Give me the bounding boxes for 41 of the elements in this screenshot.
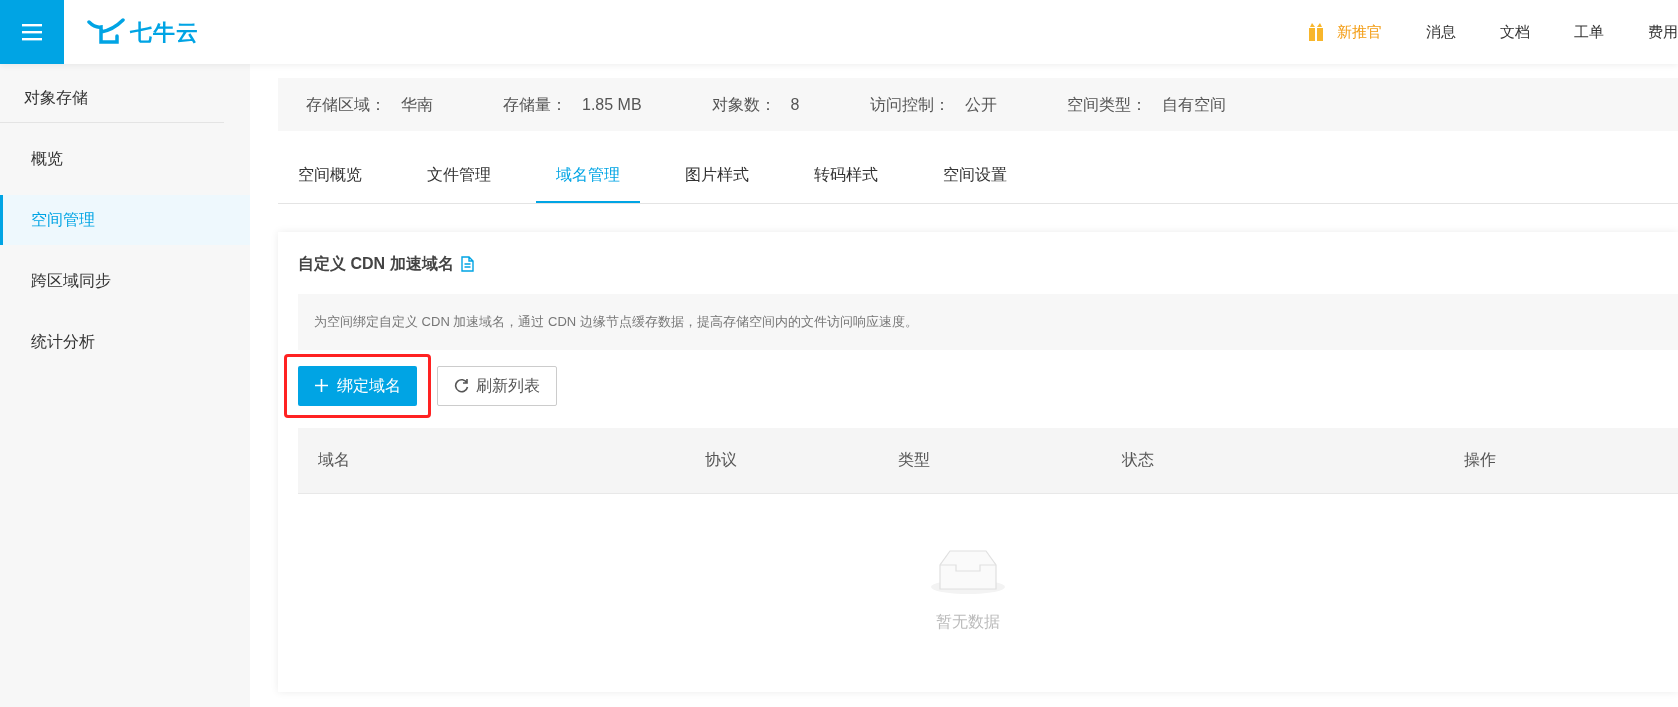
info-label: 对象数： bbox=[711, 94, 776, 115]
sidebar-title: 对象存储 bbox=[0, 64, 224, 123]
tab[interactable]: 文件管理 bbox=[407, 153, 511, 203]
logo-icon bbox=[86, 18, 127, 46]
nav-link[interactable]: 工单 bbox=[1574, 20, 1604, 44]
info-label: 存储量： bbox=[503, 94, 567, 115]
column-header: 操作 bbox=[1464, 450, 1497, 470]
info-value: 公开 bbox=[964, 94, 997, 115]
column-header: 域名 bbox=[318, 450, 351, 470]
tab[interactable]: 空间设置 bbox=[923, 153, 1027, 203]
description-text: 为空间绑定自定义 CDN 加速域名，通过 CDN 边缘节点缓存数据，提高存储空间内的文件访问响应速度。 bbox=[298, 294, 1678, 350]
document-icon[interactable] bbox=[461, 256, 475, 272]
gift-icon bbox=[1309, 23, 1323, 41]
info-label: 存储区域： bbox=[306, 94, 386, 115]
plus-icon bbox=[314, 378, 329, 393]
menu-button[interactable] bbox=[0, 0, 64, 64]
nav-link[interactable]: 文档 bbox=[1500, 20, 1530, 44]
nav-link[interactable]: 消息 bbox=[1426, 20, 1456, 44]
nav-link[interactable]: 费用 bbox=[1648, 20, 1678, 44]
sidebar-item[interactable]: 跨区域同步 bbox=[0, 256, 250, 306]
tab[interactable]: 图片样式 bbox=[665, 153, 769, 203]
column-header: 类型 bbox=[898, 450, 931, 470]
card-title: 自定义 CDN 加速域名 bbox=[298, 254, 454, 274]
refresh-icon bbox=[453, 378, 469, 393]
info-value: 华南 bbox=[401, 94, 433, 115]
empty-tray-icon bbox=[930, 548, 1006, 595]
info-value: 自有空间 bbox=[1161, 94, 1226, 115]
info-value: 8 bbox=[790, 94, 800, 115]
tab[interactable]: 空间概览 bbox=[278, 153, 382, 203]
sidebar-item[interactable]: 统计分析 bbox=[0, 317, 250, 367]
info-value: 1.85 MB bbox=[582, 94, 642, 115]
sidebar-item[interactable]: 概览 bbox=[0, 134, 250, 184]
tab[interactable]: 转码样式 bbox=[794, 153, 898, 203]
logo-text: 七牛云 bbox=[130, 18, 200, 47]
column-header: 状态 bbox=[1122, 450, 1155, 470]
info-label: 空间类型： bbox=[1066, 94, 1147, 115]
column-header: 协议 bbox=[705, 450, 738, 470]
menu-icon bbox=[22, 23, 42, 41]
empty-text: 暂无数据 bbox=[936, 611, 1000, 632]
refresh-button[interactable]: 刷新列表 bbox=[436, 365, 557, 406]
info-label: 访问控制： bbox=[869, 94, 950, 115]
